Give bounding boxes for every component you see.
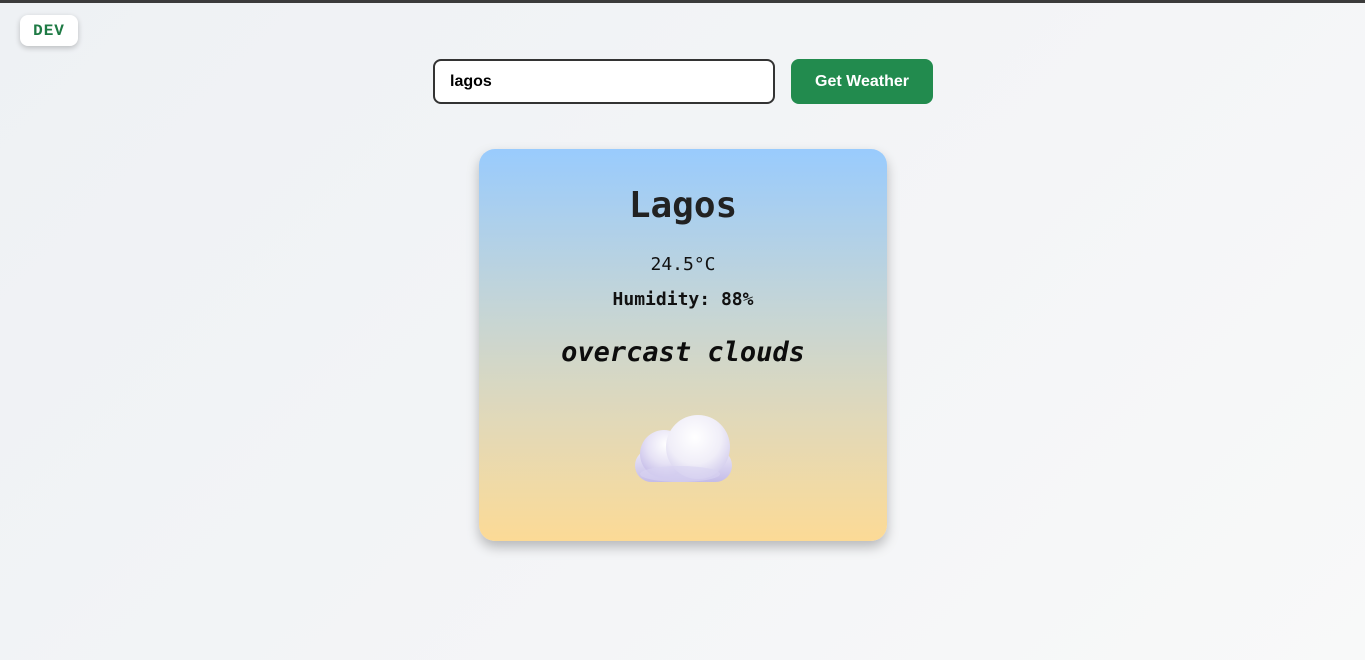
weather-card: Lagos 24.5°C Humidity: 88% overcast clou… (479, 149, 887, 541)
humidity-value: 88% (720, 289, 754, 310)
humidity-label: Humidity: (612, 289, 711, 310)
city-search-input[interactable] (433, 59, 775, 104)
top-border (0, 0, 1365, 3)
get-weather-button[interactable]: Get Weather (791, 59, 933, 104)
city-name: Lagos (628, 185, 738, 226)
weather-description: overcast clouds (561, 337, 805, 368)
dev-badge[interactable]: DEV (20, 15, 78, 46)
temperature: 24.5°C (650, 254, 716, 275)
humidity: Humidity: 88% (479, 289, 887, 310)
cloud-icon (635, 415, 732, 482)
